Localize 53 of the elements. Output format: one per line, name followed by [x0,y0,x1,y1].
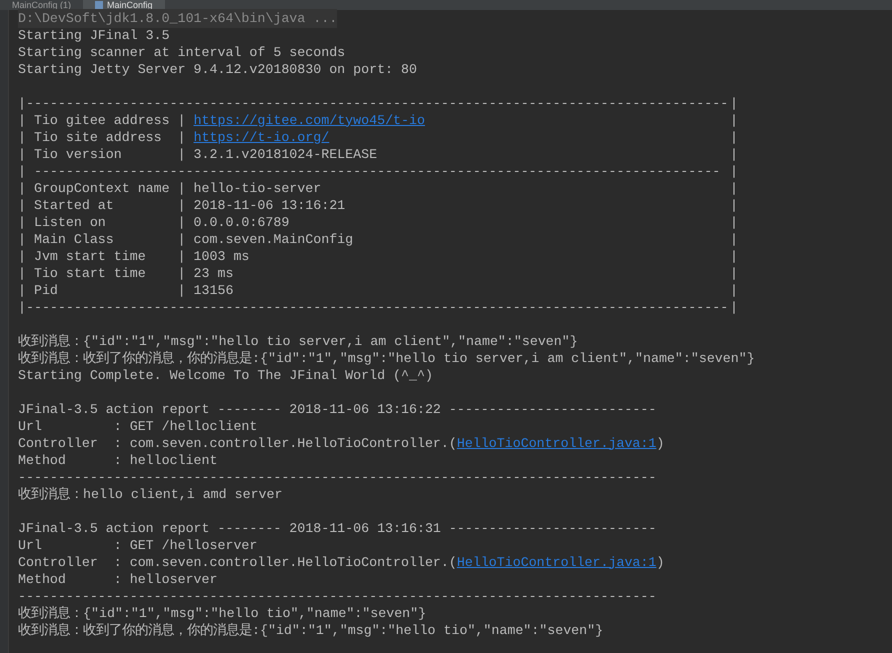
console-text: | Tio gitee address | [18,112,187,130]
console-text: | Tio site address | [18,128,187,147]
console-text: |---------------------------------------------------------------------------------------- [18,298,728,317]
console-text: Starting Complete. Welcome To The JFinal World (^_^) [18,366,433,385]
console-text: Method : helloclient [18,452,218,470]
console-text: | [730,248,738,266]
console-text: | [730,112,738,130]
console-text: | [730,264,738,283]
console-text: |---------------------------------------------------------------------------------------- [18,94,728,113]
console-text: | Listen on | 0.0.0.0:6789 [18,214,290,232]
console-text: | Jvm start time | 1003 ms [18,248,250,266]
file-link[interactable]: HelloTioController.java:1 [456,434,656,454]
console-text: | [730,146,738,164]
console-text: 收到消息：收到了你的消息，你的消息是:{"id":"1","msg":"hello tio server,i am client","name":"seven"} [18,350,755,368]
console-text: | [730,214,738,232]
console-text: Controller : com.seven.controller.HelloTioController.( [18,434,457,453]
console-text: -------------------------------------------------------------------------------- [18,468,656,487]
console-text: | Tio version | 3.2.1.v20181024-RELEASE [18,146,378,164]
console-text: | [730,94,738,113]
console-text: | [730,196,738,215]
file-icon [95,1,104,9]
console-text: Url : GET /helloserver [18,536,258,555]
console-text: Method : helloserver [18,570,218,589]
console-text: | [730,298,738,317]
console-text: ) [656,554,664,572]
console-text: JFinal-3.5 action report -------- 2018-11-06 13:16:31 -------------------------- [18,520,656,538]
console-text: | [730,230,738,249]
console-text: 收到消息：{"id":"1","msg":"hello tio","name":"seven"} [18,604,426,623]
console-text: Controller : com.seven.controller.HelloTioController.( [18,554,457,572]
console-text: | Main Class | com.seven.MainConfig [18,230,354,249]
editor-tab[interactable]: MainConfig [83,0,165,10]
console-text: | GroupContext name | hello-tio-server [18,180,322,198]
console-text: -------------------------------------------------------------------------------- [18,588,656,606]
console-text: | [730,128,738,147]
console-text: | Started at | 2018-11-06 13:16:21 [18,196,346,215]
console-text: Starting scanner at interval of 5 seconds [18,44,346,62]
console-text: | [730,180,738,198]
console-text: 收到消息：{"id":"1","msg":"hello tio server,i am client","name":"seven"} [18,332,578,351]
console-text: | -------------------------------------------------------------------------------------- [18,162,720,181]
file-link[interactable]: https://gitee.com/tywo45/t-io [194,110,425,130]
console-text: | Tio start time | 23 ms [18,264,234,283]
file-link[interactable]: HelloTioController.java:1 [456,552,656,572]
console-text: | [730,162,738,181]
console-text: JFinal-3.5 action report -------- 2018-11-06 13:16:22 -------------------------- [18,400,656,419]
file-link[interactable]: https://t-io.org/ [194,128,330,148]
console-text: Starting JFinal 3.5 [18,26,170,45]
console-text: 收到消息：hello client,i amd server [18,486,282,504]
console-text: Starting Jetty Server 9.4.12.v20180830 on port: 80 [18,60,417,79]
console-text: | Pid | 13156 [18,282,234,300]
console-text: 收到消息：收到了你的消息，你的消息是:{"id":"1","msg":"hello tio","name":"seven"} [18,622,604,640]
console-text: Url : GET /helloclient [18,418,258,436]
console-text: ) [656,434,664,453]
console-text: | [730,282,738,300]
